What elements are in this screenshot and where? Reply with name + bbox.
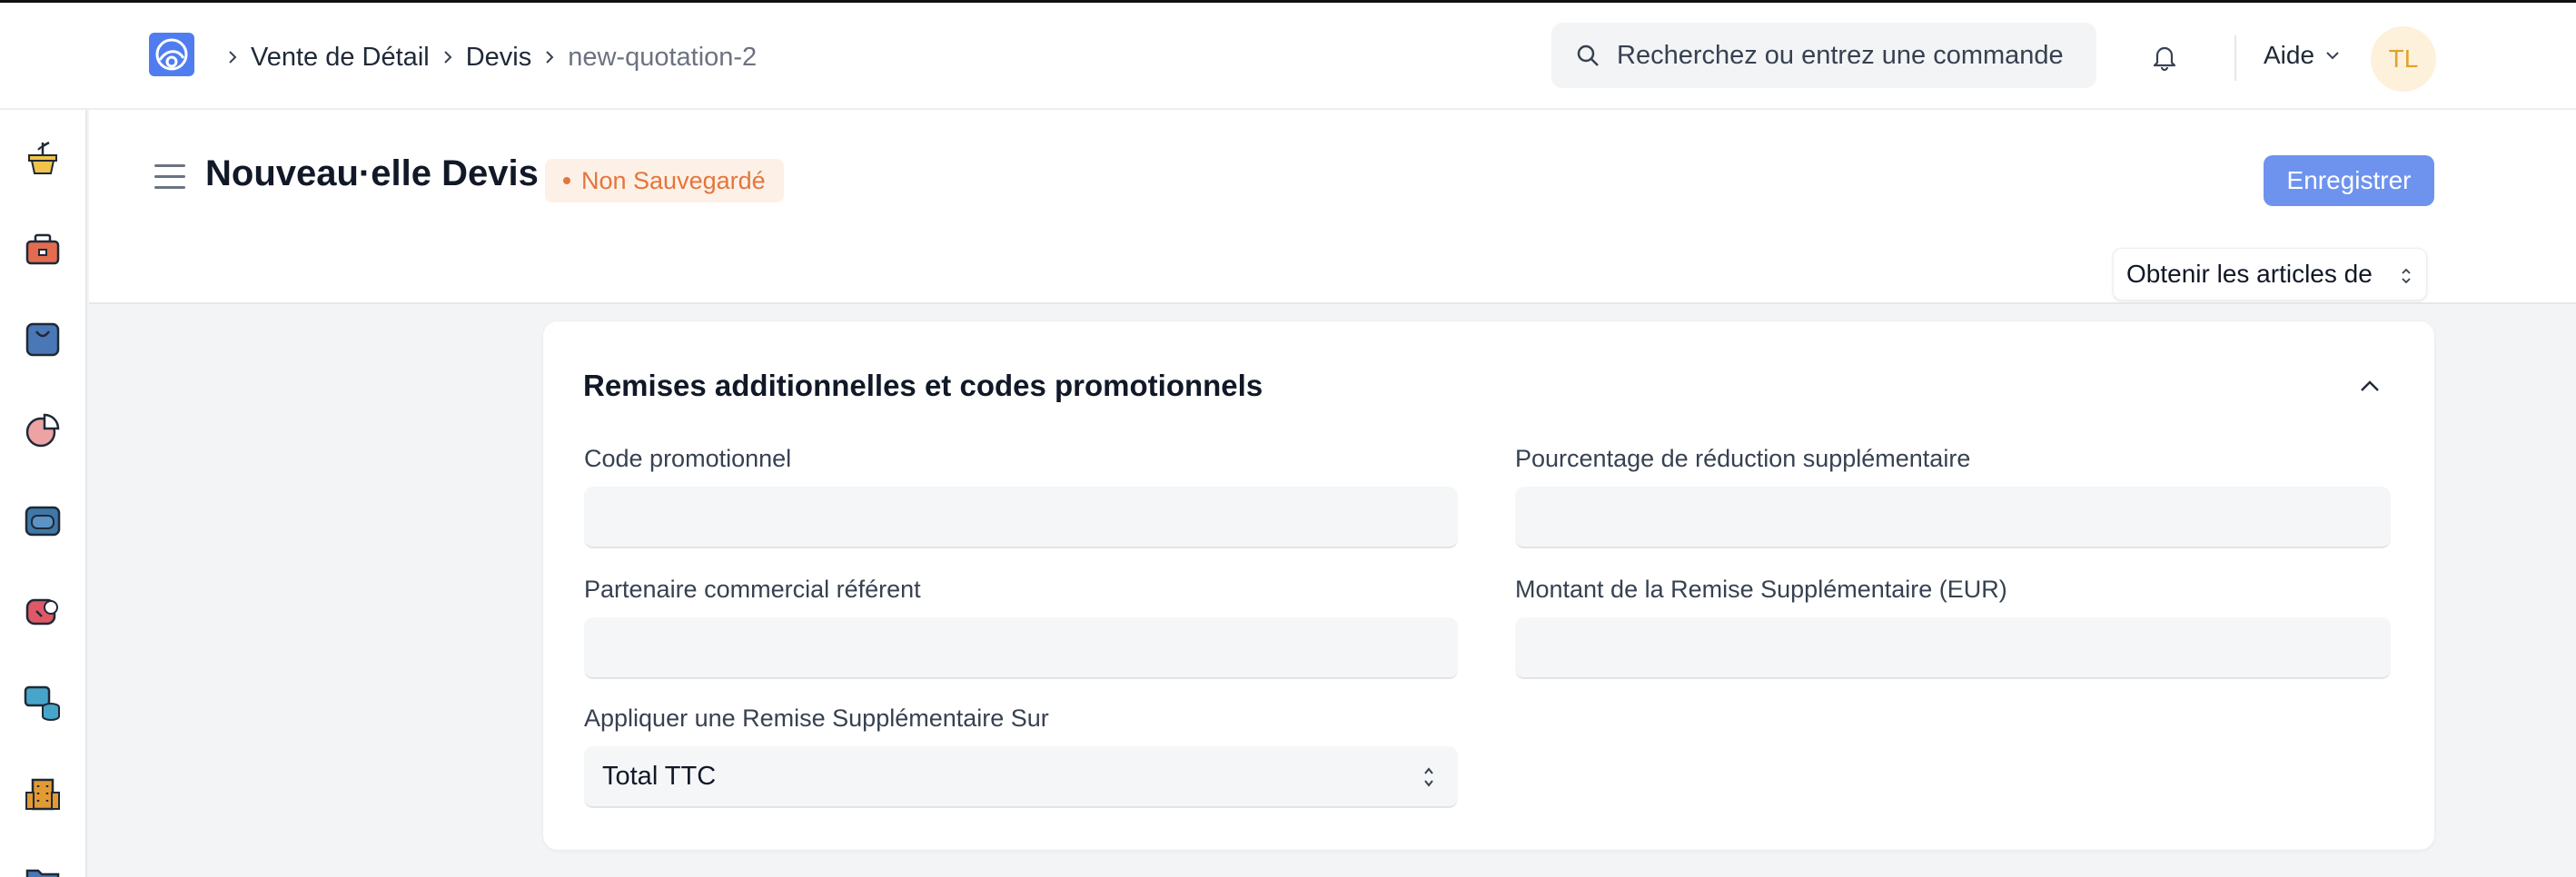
help-label: Aide: [2264, 41, 2315, 69]
hamburger-menu-icon[interactable]: [154, 164, 185, 190]
extra-discount-amount-input[interactable]: [1515, 617, 2391, 679]
extra-discount-amount-label: Montant de la Remise Supplémentaire (EUR…: [1515, 576, 2007, 603]
support-icon[interactable]: [22, 591, 64, 633]
sidebar: [0, 110, 87, 877]
get-items-label: Obtenir les articles de: [2126, 260, 2373, 288]
sales-partner-input[interactable]: [584, 617, 1458, 679]
apply-discount-on-label: Appliquer une Remise Supplémentaire Sur: [584, 705, 1049, 732]
building-icon[interactable]: [22, 773, 64, 814]
chevron-up-icon[interactable]: [2356, 376, 2383, 396]
chevron-right-icon: [439, 48, 457, 66]
chevron-right-icon: [540, 48, 559, 66]
breadcrumb-item-quotation[interactable]: Devis: [466, 43, 532, 73]
chevron-right-icon: [223, 48, 242, 66]
search-icon: [1575, 43, 1600, 68]
toolbox-icon[interactable]: [22, 228, 64, 270]
apply-discount-on-select[interactable]: Total TTC: [584, 746, 1458, 808]
navbar-divider: [2234, 35, 2236, 81]
sales-partner-label: Partenaire commercial référent: [584, 576, 921, 603]
bell-icon[interactable]: [2151, 43, 2178, 72]
navbar: Vente de Détail Devis new-quotation-2 Re…: [0, 3, 2576, 110]
apply-discount-on-value: Total TTC: [602, 761, 717, 791]
breadcrumb-item-retail[interactable]: Vente de Détail: [251, 43, 430, 73]
database-chat-icon[interactable]: [22, 682, 64, 724]
status-badge: Non Sauvegardé: [545, 159, 784, 202]
save-button[interactable]: Enregistrer: [2264, 155, 2434, 206]
search-bar[interactable]: Recherchez ou entrez une commande: [1551, 23, 2096, 88]
pie-chart-icon[interactable]: [22, 409, 64, 451]
breadcrumb: Vente de Détail Devis new-quotation-2: [214, 37, 757, 77]
discount-section-card: Remises additionnelles et codes promotio…: [543, 321, 2434, 850]
app-logo-icon[interactable]: [149, 33, 194, 76]
help-dropdown[interactable]: Aide: [2264, 41, 2342, 70]
page-title: Nouveau·elle Devis: [205, 153, 539, 193]
avatar[interactable]: TL: [2371, 26, 2436, 92]
section-title: Remises additionnelles et codes promotio…: [583, 369, 1263, 402]
promo-code-label: Code promotionnel: [584, 445, 792, 472]
search-placeholder: Recherchez ou entrez une commande: [1617, 40, 2064, 70]
wallet-icon[interactable]: [22, 500, 64, 542]
get-items-dropdown[interactable]: Obtenir les articles de: [2113, 248, 2427, 301]
folder-icon[interactable]: [22, 860, 64, 877]
chevron-down-icon: [2326, 52, 2339, 60]
page-header: Nouveau·elle Devis Non Sauvegardé Enregi…: [89, 110, 2576, 304]
shopping-bag-icon[interactable]: [22, 319, 64, 360]
chevron-updown-icon: [1424, 767, 1433, 787]
status-dot-icon: [563, 177, 570, 184]
extra-discount-percentage-label: Pourcentage de réduction supplémentaire: [1515, 445, 1971, 472]
chevron-updown-icon: [2402, 268, 2411, 284]
status-badge-label: Non Sauvegardé: [581, 166, 766, 194]
promo-code-input[interactable]: [584, 487, 1458, 548]
breadcrumb-item-current: new-quotation-2: [568, 42, 758, 72]
plant-pot-icon[interactable]: [22, 137, 64, 179]
extra-discount-percentage-input[interactable]: [1515, 487, 2391, 548]
